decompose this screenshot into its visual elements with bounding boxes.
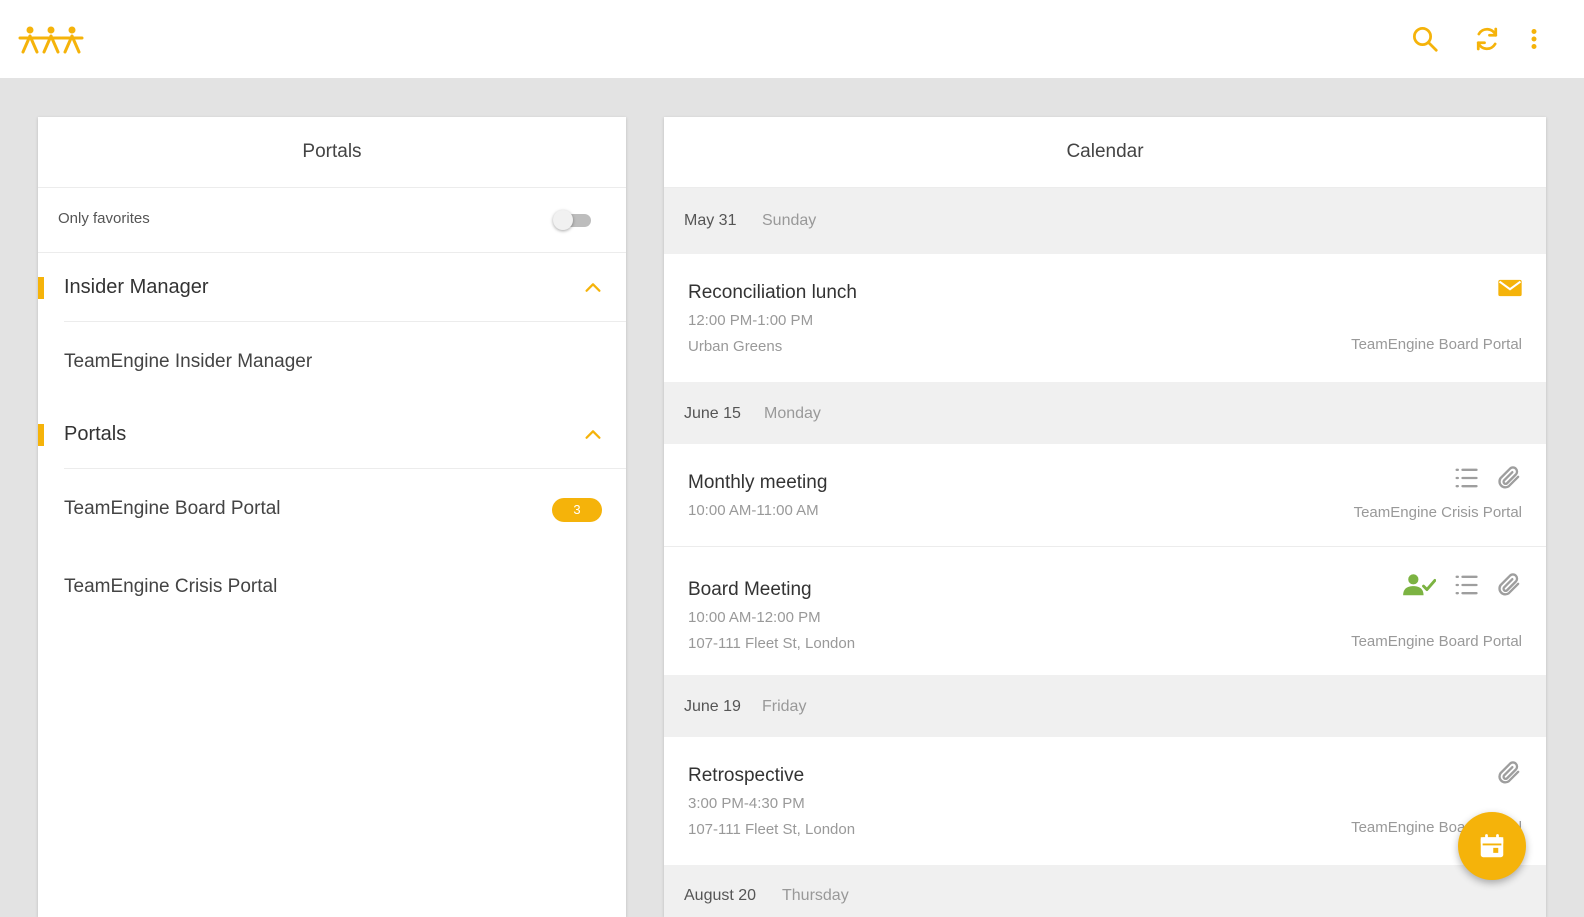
user-check-icon [1402,571,1436,599]
only-favorites-row: Only favorites [38,188,626,253]
date-label: June 19 [684,698,741,715]
section-title: Portals [64,423,127,445]
mail-icon [1496,274,1524,302]
portal-item-label: TeamEngine Board Portal [64,498,281,519]
portal-item-label: TeamEngine Crisis Portal [64,576,278,597]
section-accent-bar [38,424,44,446]
section-title: Insider Manager [64,276,209,298]
event-icons [1402,571,1524,599]
event-board-meeting[interactable]: Board Meeting 10:00 AM-12:00 PM 107-111 … [664,546,1546,675]
portals-panel-title: Portals [38,117,626,188]
date-header: May 31 Sunday [664,188,1546,254]
event-portal: TeamEngine Crisis Portal [1353,504,1522,521]
agenda-list-icon [1452,571,1480,599]
portal-item-teamengine-board-portal[interactable]: TeamEngine Board Portal 3 [38,469,626,547]
portal-item-teamengine-crisis-portal[interactable]: TeamEngine Crisis Portal [38,547,626,625]
event-retrospective[interactable]: Retrospective 3:00 PM-4:30 PM 107-111 Fl… [664,737,1546,865]
event-reconciliation-lunch[interactable]: Reconciliation lunch 12:00 PM-1:00 PM Ur… [664,254,1546,382]
app-toolbar [0,0,1584,78]
teamengine-logo-icon [18,22,84,58]
date-header: August 20 Thursday [664,865,1546,917]
event-time: 3:00 PM-4:30 PM [688,795,805,812]
section-accent-bar [38,277,44,299]
calendar-add-icon [1480,834,1504,858]
event-time: 12:00 PM-1:00 PM [688,312,814,329]
date-header: June 19 Friday [664,675,1546,737]
calendar-panel-title: Calendar [664,117,1546,188]
section-header-insider-manager[interactable]: Insider Manager [38,253,626,321]
only-favorites-toggle[interactable] [553,210,591,230]
event-icons [1452,464,1524,492]
more-vert-icon[interactable] [1524,24,1544,54]
date-header: June 15 Monday [664,382,1546,444]
add-event-fab[interactable] [1458,812,1526,880]
date-label: August 20 [684,887,757,904]
toggle-knob [553,210,573,230]
chevron-up-icon[interactable] [582,424,604,446]
portal-item-teamengine-insider-manager[interactable]: TeamEngine Insider Manager [38,322,626,400]
event-title: Reconciliation lunch [688,282,857,303]
event-location: 107-111 Fleet St, London [688,821,856,838]
chevron-up-icon[interactable] [582,277,604,299]
search-icon[interactable] [1410,24,1440,54]
portals-panel: Portals Only favorites Insider Manager T… [38,117,626,917]
event-time: 10:00 AM-12:00 PM [688,609,821,626]
event-time: 10:00 AM-11:00 AM [688,502,819,519]
date-label: May 31 [684,212,737,229]
event-portal: TeamEngine Board Portal [1351,633,1522,650]
attachment-icon [1496,464,1524,492]
section-header-portals[interactable]: Portals [38,400,626,468]
calendar-panel: Calendar May 31 Sunday Reconciliation lu… [664,117,1546,917]
only-favorites-label: Only favorites [58,210,150,227]
attachment-icon [1496,759,1524,787]
weekday-label: Sunday [762,212,817,229]
event-title: Monthly meeting [688,472,828,493]
weekday-label: Friday [762,698,807,715]
event-icons [1496,759,1524,787]
refresh-icon[interactable] [1472,24,1502,54]
event-portal: TeamEngine Board Portal [1351,336,1522,353]
portal-item-label: TeamEngine Insider Manager [64,351,313,372]
event-icons [1496,274,1524,302]
weekday-label: Monday [764,405,821,422]
event-title: Retrospective [688,765,805,786]
event-location: 107-111 Fleet St, London [688,635,856,652]
unread-count-badge: 3 [552,498,602,522]
event-monthly-meeting[interactable]: Monthly meeting 10:00 AM-11:00 AM TeamEn… [664,444,1546,546]
attachment-icon [1496,571,1524,599]
weekday-label: Thursday [782,887,849,904]
event-title: Board Meeting [688,579,812,600]
date-label: June 15 [684,405,741,422]
event-location: Urban Greens [688,338,783,355]
agenda-list-icon [1452,464,1480,492]
